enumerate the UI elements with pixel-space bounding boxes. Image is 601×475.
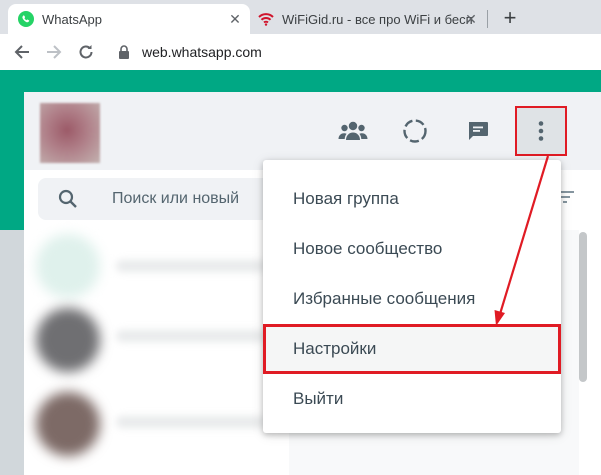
chat-preview — [116, 416, 266, 428]
address-url: web.whatsapp.com — [142, 44, 262, 60]
reload-icon[interactable] — [74, 40, 98, 64]
options-menu: Новая группа Новое сообщество Избранные … — [263, 160, 561, 433]
chat-preview — [116, 330, 266, 342]
profile-avatar[interactable] — [40, 103, 100, 163]
chat-avatar — [36, 392, 100, 456]
sidebar-header — [24, 92, 601, 170]
tab-divider — [487, 10, 488, 28]
address-bar[interactable]: web.whatsapp.com — [108, 38, 601, 66]
wifi-icon — [258, 13, 274, 26]
menu-item-logout[interactable]: Выйти — [263, 374, 561, 424]
tab-title: WhatsApp — [42, 11, 102, 27]
close-tab-icon[interactable]: ✕ — [228, 12, 242, 26]
status-icon[interactable] — [398, 114, 432, 148]
forward-icon[interactable] — [42, 40, 66, 64]
menu-item-new-group[interactable]: Новая группа — [263, 174, 561, 224]
scrollbar[interactable] — [579, 232, 587, 382]
menu-item-new-community[interactable]: Новое сообщество — [263, 224, 561, 274]
menu-item-settings[interactable]: Настройки — [263, 324, 561, 374]
chat-avatar — [36, 234, 100, 298]
chat-avatar — [36, 308, 100, 372]
menu-item-starred-messages[interactable]: Избранные сообщения — [263, 274, 561, 324]
tab-wifigid[interactable]: WiFiGid.ru - все про WiFi и бесп ✕ — [252, 4, 486, 34]
search-input[interactable]: Поиск или новый — [38, 178, 278, 220]
tab-title: WiFiGid.ru - все про WiFi и бесп — [282, 11, 472, 27]
whatsapp-icon — [18, 11, 34, 27]
lock-icon — [119, 45, 129, 59]
back-icon[interactable] — [10, 40, 34, 64]
new-chat-icon[interactable] — [461, 114, 495, 148]
communities-icon[interactable] — [336, 114, 370, 148]
close-tab-icon[interactable]: ✕ — [464, 12, 478, 26]
menu-icon — [538, 121, 544, 141]
new-tab-icon[interactable]: + — [498, 6, 522, 30]
browser-tab-strip: WhatsApp ✕ WiFiGid.ru - все про WiFi и б… — [0, 0, 601, 34]
search-icon — [58, 189, 77, 208]
search-placeholder: Поиск или новый — [112, 190, 240, 207]
chat-preview — [116, 260, 266, 272]
tab-whatsapp[interactable]: WhatsApp ✕ — [8, 4, 250, 34]
browser-toolbar: web.whatsapp.com — [0, 34, 601, 70]
menu-button[interactable] — [515, 106, 567, 156]
